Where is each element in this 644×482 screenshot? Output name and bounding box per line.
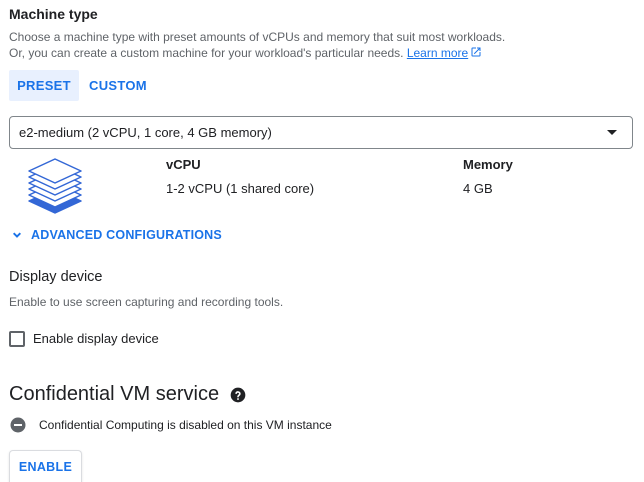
tab-custom[interactable]: CUSTOM [82,70,154,101]
enable-display-device-checkbox[interactable] [9,331,25,347]
external-link-icon [471,47,481,57]
vm-config-panel: Machine type Choose a machine type with … [0,0,644,482]
machine-type-description-line2: Or, you can create a custom machine for … [9,46,404,60]
chevron-down-icon [13,232,21,238]
display-device-description: Enable to use screen capturing and recor… [9,295,284,309]
advanced-configurations-toggle[interactable]: ADVANCED CONFIGURATIONS [10,226,222,244]
memory-value: 4 GB [463,181,493,196]
vcpu-value: 1-2 vCPU (1 shared core) [166,181,315,196]
learn-more-link[interactable]: Learn more [407,46,482,60]
advanced-configurations-label: ADVANCED CONFIGURATIONS [31,228,222,242]
memory-header: Memory [463,157,513,172]
machine-type-heading: Machine type [9,6,98,22]
display-device-heading: Display device [9,269,103,285]
machine-type-description-line1: Choose a machine type with preset amount… [9,30,506,44]
vcpu-header: vCPU [166,157,201,172]
disabled-minus-circle-icon [10,417,26,433]
enable-button[interactable]: ENABLE [9,450,82,482]
help-circle-icon[interactable] [230,387,246,403]
caret-down-icon [607,130,617,135]
confidential-vm-heading: Confidential VM service [9,383,220,405]
machine-type-select[interactable]: e2-medium (2 vCPU, 1 core, 4 GB memory) [9,116,633,149]
enable-display-device-label[interactable]: Enable display device [33,331,159,346]
tab-preset[interactable]: PRESET [9,70,79,101]
layers-stack-icon [28,158,82,214]
learn-more-label: Learn more [406,46,469,60]
machine-type-select-value: e2-medium (2 vCPU, 1 core, 4 GB memory) [19,125,272,140]
confidential-status-text: Confidential Computing is disabled on th… [39,418,332,432]
machine-type-description: Choose a machine type with preset amount… [9,29,505,61]
